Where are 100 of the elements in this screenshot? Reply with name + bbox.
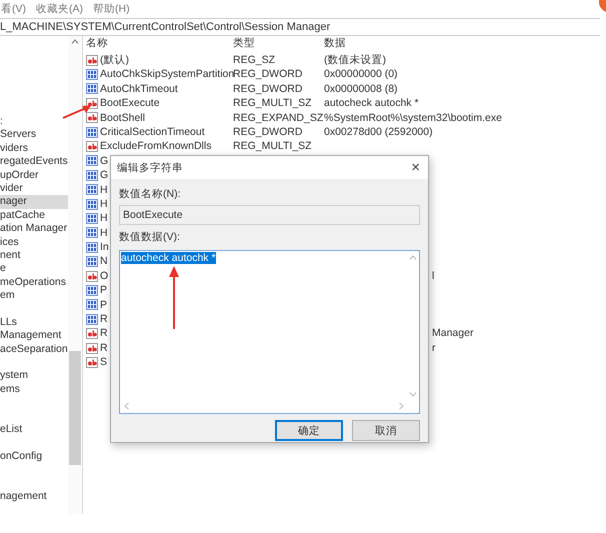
value-name[interactable]: N (100, 254, 108, 269)
dialog-button[interactable]: 确定 (275, 420, 343, 441)
scroll-thumb[interactable] (68, 351, 80, 465)
value-type: REG_MULTI_SZ (233, 97, 312, 110)
value-name[interactable]: AutoChkTimeout (100, 82, 178, 96)
scroll-left-icon[interactable] (124, 402, 129, 410)
address-bar[interactable]: L_MACHINE\SYSTEM\CurrentControlSet\Control\Session Manager (0, 18, 600, 36)
value-type: REG_DWORD (233, 126, 302, 138)
tree-item[interactable]: nagement (0, 490, 68, 504)
tree-item[interactable]: ystem (0, 369, 68, 383)
binary-value-icon (86, 155, 98, 166)
scroll-up-icon[interactable] (409, 255, 417, 260)
value-data: (数值未设置) (324, 54, 386, 66)
value-name-field[interactable]: BootExecute (119, 205, 420, 225)
value-name[interactable]: G (100, 154, 108, 168)
binary-value-icon (86, 126, 98, 138)
string-value-icon (86, 141, 98, 152)
annotation-arrow (62, 104, 92, 120)
binary-value-icon (86, 170, 98, 181)
corner-mark (598, 0, 606, 12)
value-name[interactable]: S (100, 355, 108, 370)
value-name[interactable]: CriticalSectionTimeout (100, 124, 205, 140)
value-data-field[interactable]: autocheck autochk * (119, 250, 420, 414)
close-button[interactable]: × (403, 159, 428, 176)
value-name[interactable]: H (100, 211, 108, 226)
tree-item[interactable]: ices (0, 236, 68, 249)
tree-item[interactable]: nager (0, 195, 68, 209)
value-data: r (432, 340, 436, 356)
value-name[interactable]: H (100, 196, 108, 212)
value-data: 0x00000008 (8) (324, 82, 398, 95)
menu-item[interactable]: 帮助(H) (93, 2, 130, 16)
tree-item[interactable]: ation Manager (0, 222, 68, 236)
value-name[interactable]: ExcludeFromKnownDlls (100, 139, 212, 154)
string-value-icon (86, 342, 98, 354)
value-type: REG_DWORD (233, 68, 302, 80)
string-value-icon (86, 112, 98, 124)
string-value-icon (86, 356, 98, 368)
binary-value-icon (86, 314, 98, 325)
scroll-right-icon[interactable] (399, 402, 404, 410)
value-data: l (432, 268, 434, 284)
column-header[interactable]: 名称 (86, 36, 233, 51)
dialog-title: 编辑多字符串 (117, 160, 183, 174)
binary-value-icon (86, 227, 98, 238)
value-name[interactable]: AutoChkSkipSystemPartition (100, 67, 234, 82)
tree-item[interactable]: patCache (0, 208, 68, 222)
column-header[interactable]: 类型 (233, 36, 324, 51)
field-label: 数值名称(N): (119, 187, 182, 202)
value-type: REG_DWORD (233, 82, 302, 95)
value-name[interactable]: G (100, 168, 108, 183)
binary-value-icon (86, 69, 98, 80)
tree-item[interactable]: em (0, 289, 68, 302)
tree-item[interactable]: regatedEvents (0, 155, 68, 169)
value-name[interactable]: R (100, 312, 108, 326)
menu-item[interactable]: 收藏夹(A) (36, 2, 83, 16)
value-data-text: autocheck autochk * (121, 252, 216, 264)
annotation-arrow (168, 266, 180, 330)
tree-item[interactable]: eList (0, 422, 68, 436)
string-value-icon (86, 98, 98, 109)
scroll-down-icon[interactable] (409, 392, 417, 397)
binary-value-icon (86, 83, 98, 94)
tree-item[interactable]: upOrder (0, 168, 68, 182)
value-data: autocheck autochk * (324, 97, 419, 110)
value-name[interactable]: BootExecute (100, 96, 160, 111)
value-type: REG_SZ (233, 54, 276, 66)
value-data: 0x00000000 (0) (324, 68, 398, 80)
value-name[interactable]: R (100, 340, 108, 356)
binary-value-icon (86, 198, 98, 210)
tree-item[interactable]: viders (0, 142, 68, 156)
value-data: 0x00278d00 (2592000) (324, 126, 433, 138)
binary-value-icon (86, 242, 98, 253)
value-name[interactable]: R (100, 326, 108, 341)
value-type: REG_MULTI_SZ (233, 140, 312, 152)
tree-item[interactable]: : (0, 115, 68, 128)
menu-item[interactable]: 看(V) (1, 2, 26, 16)
tree-item[interactable]: onConfig (0, 450, 68, 464)
field-label: 数值数据(V): (119, 230, 181, 245)
column-header[interactable]: 数据 (324, 36, 606, 51)
value-name[interactable]: (默认) (100, 53, 129, 68)
value-name[interactable]: H (100, 226, 108, 240)
tree-item[interactable]: meOperations (0, 276, 68, 290)
value-name[interactable]: In (100, 240, 109, 254)
tree-item[interactable]: Management (0, 329, 68, 343)
tree-item[interactable]: nent (0, 248, 68, 262)
binary-value-icon (86, 184, 98, 196)
value-name[interactable]: O (100, 268, 108, 284)
scroll-up-icon[interactable] (70, 39, 78, 44)
tree-item[interactable]: LLs (0, 316, 68, 330)
value-name[interactable]: P (100, 283, 108, 298)
value-name[interactable]: BootShell (100, 110, 145, 125)
string-value-icon (86, 270, 98, 282)
tree-item[interactable]: ems (0, 382, 68, 396)
value-data: %SystemRoot%\system32\bootim.exe (324, 112, 502, 124)
tree-item[interactable]: vider (0, 182, 68, 196)
tree-item[interactable]: Servers (0, 128, 68, 142)
binary-value-icon (86, 299, 98, 310)
tree-item[interactable]: aceSeparation (0, 342, 68, 356)
dialog-button[interactable]: 取消 (352, 420, 420, 441)
value-name[interactable]: H (100, 182, 108, 197)
value-name[interactable]: P (100, 298, 108, 312)
tree-item[interactable]: e (0, 262, 68, 276)
